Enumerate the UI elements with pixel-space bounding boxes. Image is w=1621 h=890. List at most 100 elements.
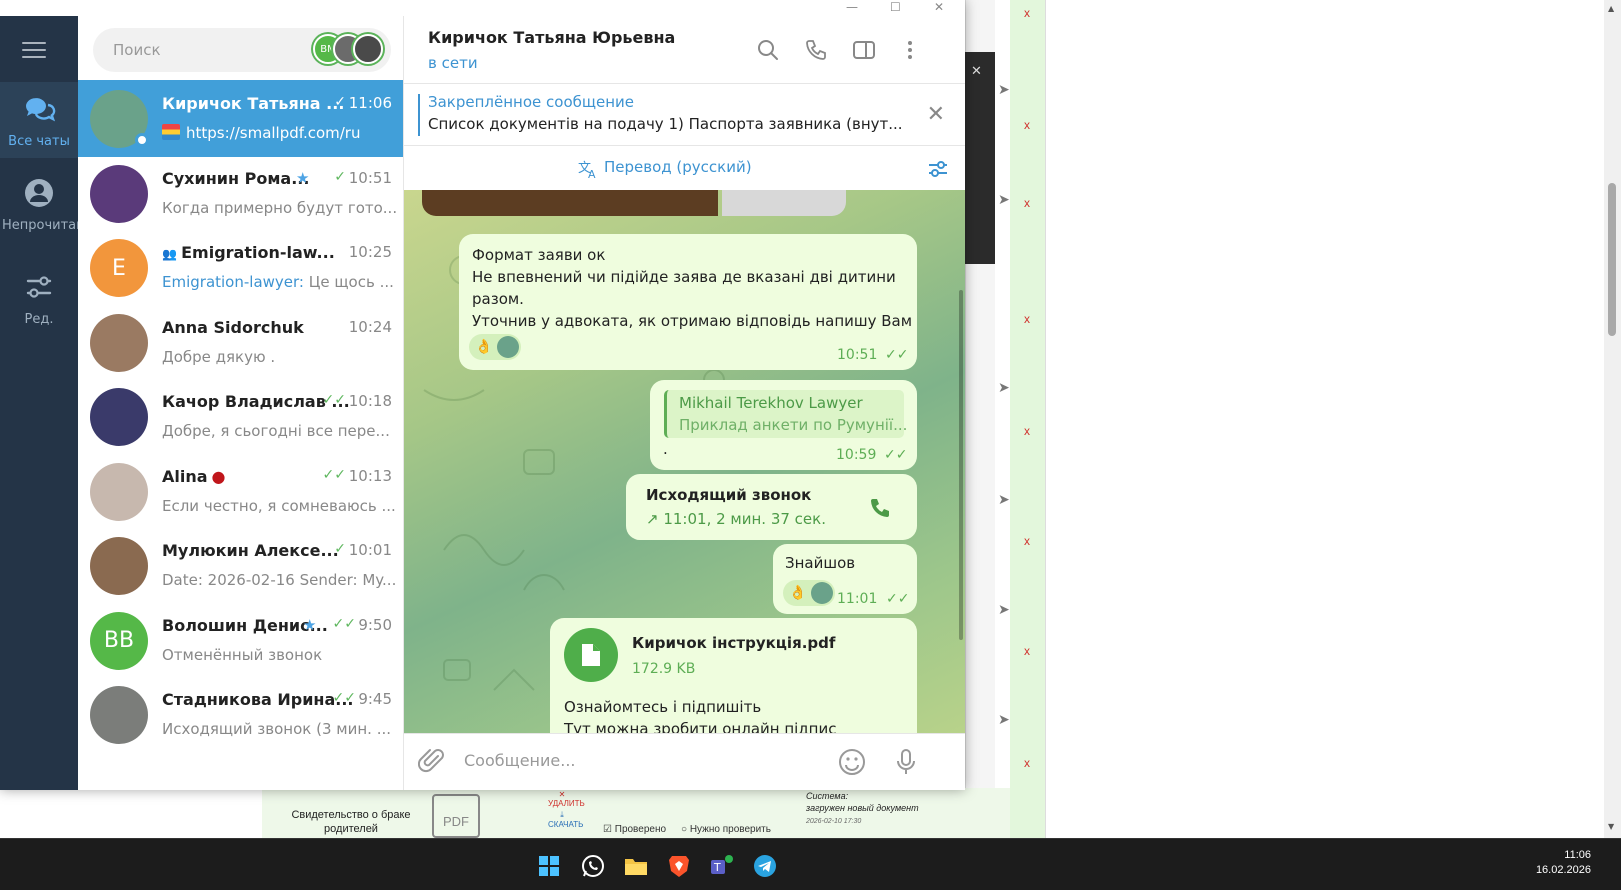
- page-scrollbar[interactable]: [1604, 0, 1621, 838]
- system-log-date: 2026-02-10 17:30: [806, 818, 862, 825]
- windows-start-icon[interactable]: [536, 853, 562, 879]
- outgoing-message[interactable]: Знайшов 👌 11:01 ✓✓: [773, 544, 917, 614]
- send-icon[interactable]: ➤: [998, 712, 1010, 728]
- chat-list-item[interactable]: Качор Владислав ... ✓✓ 10:18 Добре, я сього…: [78, 378, 403, 455]
- reject-mark[interactable]: x: [1024, 424, 1030, 438]
- chat-list-item[interactable]: Мулюкин Алексе... ✓ 10:01 Date: 2026-02-16 …: [78, 527, 403, 604]
- send-icon[interactable]: ➤: [998, 380, 1010, 396]
- system-log-title: Система:: [806, 791, 849, 801]
- brave-browser-icon[interactable]: [666, 853, 692, 879]
- folder-all-chats[interactable]: Все чаты: [0, 82, 78, 158]
- reaction[interactable]: 👌: [783, 580, 835, 606]
- send-icon[interactable]: ➤: [998, 82, 1010, 98]
- phone-icon[interactable]: [868, 496, 892, 520]
- whatsapp-icon[interactable]: [580, 853, 606, 879]
- messages-scrollbar[interactable]: [959, 290, 963, 640]
- send-icon[interactable]: ➤: [998, 602, 1010, 618]
- chat-name-text: Сухинин Рома...: [162, 168, 310, 188]
- pdf-file-icon[interactable]: PDF: [432, 794, 480, 838]
- system-clock[interactable]: 11:06 16.02.2026: [1536, 848, 1591, 878]
- file-explorer-icon[interactable]: [623, 853, 649, 879]
- chat-list: Поиск ВМ Киричок Татьяна ... ✓ 11:06 https:…: [78, 16, 404, 790]
- send-icon[interactable]: ➤: [998, 192, 1010, 208]
- reject-mark[interactable]: x: [1024, 118, 1030, 132]
- search-input[interactable]: Поиск ВМ: [93, 28, 391, 72]
- reject-mark[interactable]: x: [1024, 534, 1030, 548]
- delete-button[interactable]: ✕ УДАЛИТЬ: [548, 790, 585, 808]
- close-button[interactable]: ✕: [934, 0, 944, 14]
- photo-thumbnail[interactable]: [422, 190, 718, 216]
- reject-mark[interactable]: x: [1024, 196, 1030, 210]
- reject-mark[interactable]: x: [1024, 644, 1030, 658]
- system-log-text: загружен новый документ: [806, 803, 919, 813]
- reply-quote[interactable]: Mikhail Terekhov Lawyer Приклад анкети п…: [664, 390, 907, 438]
- scroll-down-icon[interactable]: ▼: [1608, 822, 1614, 831]
- teams-icon[interactable]: T: [709, 853, 735, 879]
- outgoing-message[interactable]: Mikhail Terekhov Lawyer Приклад анкети п…: [650, 380, 917, 470]
- send-icon[interactable]: ➤: [998, 492, 1010, 508]
- chat-time: 9:45: [358, 690, 392, 708]
- folder-unread[interactable]: Непрочитано: [0, 168, 93, 252]
- chat-list-item[interactable]: Anna Sidorchuk 10:24 Добре дякую .: [78, 304, 403, 381]
- translate-settings-icon[interactable]: [927, 158, 949, 180]
- search-icon[interactable]: [756, 38, 780, 62]
- attach-icon[interactable]: [418, 748, 446, 776]
- title-bar[interactable]: — ☐ ✕: [0, 0, 965, 16]
- edit-folders-icon: [26, 276, 52, 298]
- ok-hand-icon: 👌: [789, 585, 807, 601]
- reaction[interactable]: 👌: [469, 334, 521, 360]
- message-input[interactable]: Сообщение...: [464, 751, 576, 770]
- chat-list-item[interactable]: Стадникова Ирина... ✓✓ 9:45 Исходящий звоно…: [78, 676, 403, 753]
- menu-icon[interactable]: [22, 42, 46, 63]
- reject-mark[interactable]: x: [1024, 312, 1030, 326]
- minimize-button[interactable]: —: [846, 0, 858, 14]
- maximize-button[interactable]: ☐: [890, 0, 901, 14]
- phone-icon[interactable]: [804, 38, 828, 62]
- file-message[interactable]: Киричок інструкція.pdf 172.9 KB Ознайомт…: [550, 618, 917, 733]
- chat-list-item[interactable]: Киричок Татьяна ... ✓ 11:06 https://smallpd…: [78, 80, 403, 157]
- file-download-button[interactable]: [564, 628, 618, 682]
- photo-album[interactable]: [422, 190, 846, 216]
- reaction-avatar: [497, 336, 519, 358]
- file-name[interactable]: Киричок інструкція.pdf: [632, 632, 835, 654]
- contact-name[interactable]: Киричок Татьяна Юрьевна: [428, 28, 675, 47]
- translate-bar[interactable]: 文 A Перевод (русский): [404, 146, 965, 190]
- chat-header[interactable]: Киричок Татьяна Юрьевна в сети: [404, 16, 965, 84]
- more-icon[interactable]: [898, 38, 922, 62]
- folder-edit[interactable]: Ред.: [0, 262, 78, 332]
- reject-mark[interactable]: x: [1024, 756, 1030, 770]
- translate-label[interactable]: Перевод (русский): [604, 158, 752, 176]
- system-log: Система: загружен новый документ 2026-02…: [806, 790, 919, 828]
- chat-list-item[interactable]: Сухинин Рома... ★ ✓ 10:51 Когда примерно буд…: [78, 155, 403, 232]
- stories-strip[interactable]: ВМ: [313, 34, 383, 66]
- reject-mark[interactable]: x: [1024, 6, 1030, 20]
- chat-name: Anna Sidorchuk: [162, 318, 304, 337]
- call-message[interactable]: Исходящий звонок ↗ 11:01, 2 мин. 37 сек.: [626, 474, 917, 540]
- need-check-radio[interactable]: ○ Нужно проверить: [681, 824, 771, 835]
- incoming-message[interactable]: Формат заяви ок Не впевнений чи підійде …: [459, 234, 917, 370]
- microphone-icon[interactable]: [892, 748, 920, 776]
- popup-close-icon[interactable]: ✕: [971, 64, 982, 79]
- group-icon: 👥: [162, 247, 182, 261]
- chat-name-text: Alina: [162, 466, 208, 486]
- pinned-title: Закреплённое сообщение: [428, 93, 635, 111]
- sidebar-toggle-icon[interactable]: [852, 38, 876, 62]
- story-avatar[interactable]: [353, 34, 383, 64]
- emoji-icon[interactable]: [838, 748, 866, 776]
- download-button[interactable]: ⤓ СКАЧАТЬ: [548, 810, 583, 829]
- chat-name: Киричок Татьяна ...: [162, 94, 344, 113]
- chat-time: 10:13: [348, 466, 392, 485]
- telegram-taskbar-icon[interactable]: [752, 853, 778, 879]
- message-time: 10:59: [836, 447, 877, 463]
- page-scroll-thumb[interactable]: [1608, 183, 1616, 336]
- message-time: 10:51: [837, 347, 878, 363]
- pinned-message[interactable]: Закреплённое сообщение Список документів…: [404, 84, 965, 146]
- chat-list-item[interactable]: ВВ Волошин Денис... ★ ✓✓ 9:50 Отменённый звон…: [78, 602, 403, 679]
- chat-list-item[interactable]: Alina ● ✓✓ 10:13 Если честно, я сомневаюсь .…: [78, 453, 403, 530]
- close-icon[interactable]: ✕: [927, 102, 945, 127]
- chat-list-item[interactable]: E 👥 Emigration-law... 10:25 Emigration-lawy…: [78, 229, 403, 306]
- scroll-up-icon[interactable]: ▲: [1608, 4, 1614, 13]
- message-area[interactable]: Формат заяви ок Не впевнений чи підійде …: [404, 190, 965, 733]
- checked-checkbox[interactable]: ☑ Проверено: [603, 824, 666, 835]
- photo-thumbnail[interactable]: [722, 190, 846, 216]
